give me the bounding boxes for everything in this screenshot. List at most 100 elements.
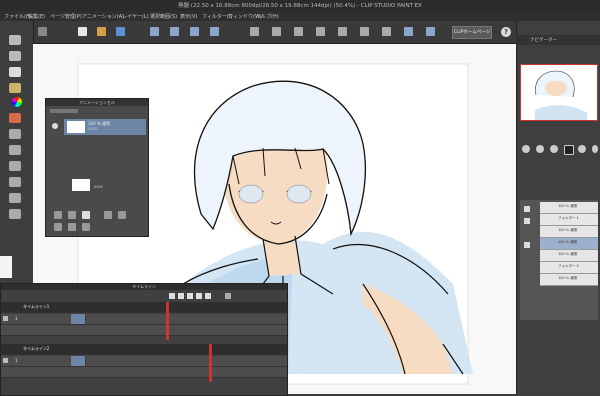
fit-icon[interactable]: [550, 145, 558, 153]
menu-bar: ファイル(F) 編集(E) ページ管理(P) アニメーション(A) レイヤー(L…: [0, 11, 600, 21]
new-file-icon[interactable]: [78, 27, 87, 36]
pencil-tool-icon[interactable]: [9, 129, 21, 139]
animation-cel-popup: アニメーションセル 100 % 通常 0000 0000: [45, 98, 149, 237]
zoom-out-icon[interactable]: [522, 145, 530, 153]
title-bar: 無題 (22.50 x 16.88cm 800dpi/26.50 x 19.88…: [0, 0, 600, 11]
deselect-icon[interactable]: [316, 27, 325, 36]
layer-thumbnail: [72, 179, 90, 191]
brush-tool-icon[interactable]: [9, 145, 21, 155]
layer-name: フォルダー 2: [558, 264, 579, 268]
playhead[interactable]: [166, 302, 169, 340]
redo-icon[interactable]: [170, 27, 179, 36]
menu-edit[interactable]: 編集(E): [28, 13, 45, 20]
select-tool-icon[interactable]: [9, 67, 21, 77]
clear-icon[interactable]: [190, 27, 199, 36]
layer-row[interactable]: フォルダー 1: [540, 214, 598, 226]
new-cel-icon[interactable]: [225, 293, 231, 299]
menu-layer[interactable]: レイヤー(L): [122, 13, 149, 20]
go-end-icon[interactable]: [205, 293, 211, 299]
timeline-title: タイムライン: [1, 284, 287, 290]
copy-icon[interactable]: [210, 27, 219, 36]
show-selection-icon[interactable]: [404, 27, 413, 36]
new-layer-icon[interactable]: [54, 211, 62, 219]
timeline-name: タイムライン1: [23, 304, 50, 309]
actual-size-icon[interactable]: [564, 145, 574, 155]
sub-tool-panel: [0, 256, 12, 278]
pen-tool-icon[interactable]: [9, 113, 21, 123]
transform-icon[interactable]: [250, 27, 259, 36]
opacity-slider[interactable]: [50, 109, 78, 113]
track-row[interactable]: [1, 367, 287, 378]
menu-animation[interactable]: アニメーション(A): [82, 13, 124, 20]
fill-layer-icon[interactable]: [54, 223, 62, 231]
undo-icon[interactable]: [150, 27, 159, 36]
mesh-icon[interactable]: [272, 27, 281, 36]
eye-icon[interactable]: [524, 206, 530, 212]
track-row[interactable]: [1, 325, 287, 336]
shrink-selection-icon[interactable]: [382, 27, 391, 36]
layer-row[interactable]: 100 % 通常: [540, 250, 598, 262]
eye-icon[interactable]: [524, 218, 530, 224]
eyedropper-tool-icon[interactable]: [9, 83, 21, 93]
prev-frame-icon[interactable]: [178, 293, 184, 299]
layer-row[interactable]: 0000: [64, 177, 146, 193]
eye-icon[interactable]: [524, 242, 530, 248]
play-icon[interactable]: [187, 293, 193, 299]
track-label: 1: [15, 358, 18, 363]
menu-view[interactable]: 表示(V): [180, 13, 197, 20]
layer-row[interactable]: 100 % 通常: [540, 274, 598, 286]
delete-layer-icon[interactable]: [82, 223, 90, 231]
menu-selection[interactable]: 選択範囲(S): [150, 13, 177, 20]
layer-sub: 0000: [88, 127, 97, 131]
timeline-ruler: タイムライン1: [1, 302, 287, 313]
go-start-icon[interactable]: [169, 293, 175, 299]
menu-help[interactable]: ヘルプ(H): [256, 13, 279, 20]
layer-row[interactable]: 100 % 通常: [540, 202, 598, 214]
move-tool-icon[interactable]: [9, 51, 21, 61]
new-folder-icon[interactable]: [68, 211, 76, 219]
track-row[interactable]: 1: [1, 356, 287, 367]
track-visibility-icon[interactable]: [3, 316, 8, 321]
playhead[interactable]: [209, 344, 212, 382]
clip-home-button[interactable]: CLIPホームページ: [452, 26, 492, 39]
open-folder-icon[interactable]: [97, 27, 106, 36]
timeline-cel[interactable]: [71, 356, 86, 366]
eraser-tool-icon[interactable]: [9, 161, 21, 171]
grid-menu-icon[interactable]: [38, 27, 47, 36]
menu-file[interactable]: ファイル(F): [4, 13, 31, 20]
layer-name: 100 % 通常: [558, 276, 578, 280]
track-row[interactable]: 1: [1, 314, 287, 325]
layer-row[interactable]: フォルダー 2: [540, 262, 598, 274]
popup-title: アニメーションセル: [46, 99, 148, 106]
track-visibility-icon[interactable]: [3, 358, 8, 363]
rotate-left-icon[interactable]: [578, 145, 586, 153]
rotate-right-icon[interactable]: [592, 145, 598, 153]
layer-name: フォルダー 1: [558, 216, 579, 220]
layer-row[interactable]: 100 % 通常: [540, 226, 598, 238]
layer-row[interactable]: 100 % 通常 0000: [64, 119, 146, 135]
next-frame-icon[interactable]: [196, 293, 202, 299]
move-down-icon[interactable]: [82, 211, 90, 219]
help-icon[interactable]: ?: [501, 27, 511, 37]
navigator-preview[interactable]: [520, 64, 598, 121]
zoom-in-icon[interactable]: [536, 145, 544, 153]
timeline-cel[interactable]: [71, 314, 86, 324]
timeline-name: タイムライン2: [23, 346, 50, 351]
text-tool-icon[interactable]: [9, 209, 21, 219]
invert-selection-icon[interactable]: [338, 27, 347, 36]
expand-selection-icon[interactable]: [360, 27, 369, 36]
snap-icon[interactable]: [426, 27, 435, 36]
color-wheel-icon[interactable]: [12, 97, 22, 107]
zoom-tool-icon[interactable]: [9, 35, 21, 45]
mask-icon[interactable]: [68, 223, 76, 231]
fill-icon[interactable]: [294, 27, 303, 36]
save-icon[interactable]: [116, 27, 125, 36]
eye-icon[interactable]: [52, 123, 58, 129]
merge-icon[interactable]: [118, 211, 126, 219]
layer-name: 100 % 通常: [558, 240, 578, 244]
copy-layer-icon[interactable]: [104, 211, 112, 219]
blend-tool-icon[interactable]: [9, 177, 21, 187]
fill-tool-icon[interactable]: [9, 193, 21, 203]
menu-page[interactable]: ページ管理(P): [50, 13, 82, 20]
layer-row-selected[interactable]: 100 % 通常: [540, 238, 598, 250]
